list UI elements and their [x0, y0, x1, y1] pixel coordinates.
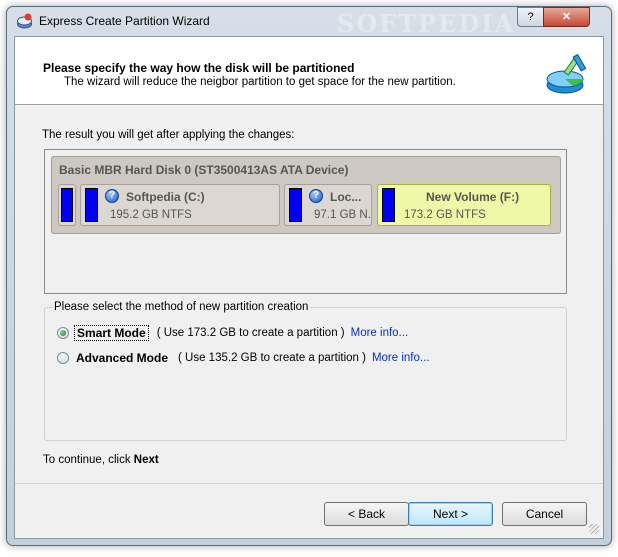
question-icon: ?	[309, 189, 323, 203]
partition-name: New Volume (F:)	[426, 190, 520, 204]
partition-new-volume-f[interactable]: New Volume (F:) 173.2 GB NTFS	[377, 184, 551, 226]
smart-mode-description: ( Use 173.2 GB to create a partition )	[156, 327, 345, 339]
partition-size: 173.2 GB NTFS	[404, 209, 486, 221]
wizard-header: Please specify the way how the disk will…	[15, 37, 603, 105]
app-icon	[17, 13, 32, 29]
partition-usage-bar	[289, 188, 302, 222]
window-title: Express Create Partition Wizard	[39, 14, 210, 28]
disk-title: Basic MBR Hard Disk 0 (ST3500413AS ATA D…	[59, 163, 349, 177]
next-button[interactable]: Next >	[408, 502, 493, 526]
header-title: Please specify the way how the disk will…	[43, 61, 355, 75]
advanced-mode-label[interactable]: Advanced Mode	[74, 351, 170, 365]
method-legend: Please select the method of new partitio…	[52, 301, 311, 313]
advanced-mode-option[interactable]: Advanced Mode ( Use 135.2 GB to create a …	[57, 350, 429, 366]
help-button[interactable]: ?	[517, 7, 544, 27]
button-separator	[15, 483, 603, 484]
wizard-client-area: Please specify the way how the disk will…	[14, 36, 604, 539]
partition-softpedia-c[interactable]: ? Softpedia (C:) 195.2 GB NTFS	[80, 184, 280, 226]
wizard-window: Express Create Partition Wizard SOFTPEDI…	[6, 6, 612, 546]
result-label: The result you will get after applying t…	[42, 129, 295, 141]
disk-box[interactable]: Basic MBR Hard Disk 0 (ST3500413AS ATA D…	[51, 156, 561, 234]
continue-hint: To continue, click Next	[43, 454, 159, 466]
continue-prefix: To continue, click	[43, 454, 131, 466]
advanced-mode-description: ( Use 135.2 GB to create a partition )	[178, 351, 366, 364]
title-bar[interactable]: Express Create Partition Wizard SOFTPEDI…	[7, 7, 611, 38]
partition-name: Loc...	[330, 190, 362, 204]
header-subtitle: The wizard will reduce the neigbor parti…	[64, 76, 456, 88]
partition-name: Softpedia (C:)	[126, 190, 205, 204]
smart-mode-more-info-link[interactable]: More info...	[351, 327, 409, 339]
continue-target: Next	[133, 454, 159, 466]
partition-size: 97.1 GB N...	[314, 209, 370, 221]
back-button[interactable]: < Back	[324, 502, 409, 526]
smart-mode-label[interactable]: Smart Mode	[74, 325, 149, 341]
watermark: SOFTPEDIA	[337, 9, 516, 38]
advanced-mode-radio[interactable]	[57, 351, 69, 364]
question-icon: ?	[105, 189, 119, 203]
partition-usage-bar	[61, 188, 73, 222]
partition-size: 195.2 GB NTFS	[110, 209, 192, 221]
smart-mode-radio[interactable]	[57, 327, 69, 339]
disk-map-panel: Basic MBR Hard Disk 0 (ST3500413AS ATA D…	[44, 149, 567, 294]
resize-grip[interactable]	[589, 524, 599, 534]
smart-mode-option[interactable]: Smart Mode ( Use 173.2 GB to create a par…	[57, 325, 408, 341]
cancel-button[interactable]: Cancel	[502, 502, 587, 526]
partition-usage-bar	[382, 188, 395, 222]
partition-system-reserved[interactable]	[58, 184, 76, 226]
partition-usage-bar	[85, 188, 98, 222]
advanced-mode-more-info-link[interactable]: More info...	[372, 352, 430, 364]
close-button[interactable]: ✕	[543, 7, 590, 27]
partition-local[interactable]: ? Loc... 97.1 GB N...	[284, 184, 372, 226]
partition-wizard-logo-icon	[546, 53, 587, 94]
